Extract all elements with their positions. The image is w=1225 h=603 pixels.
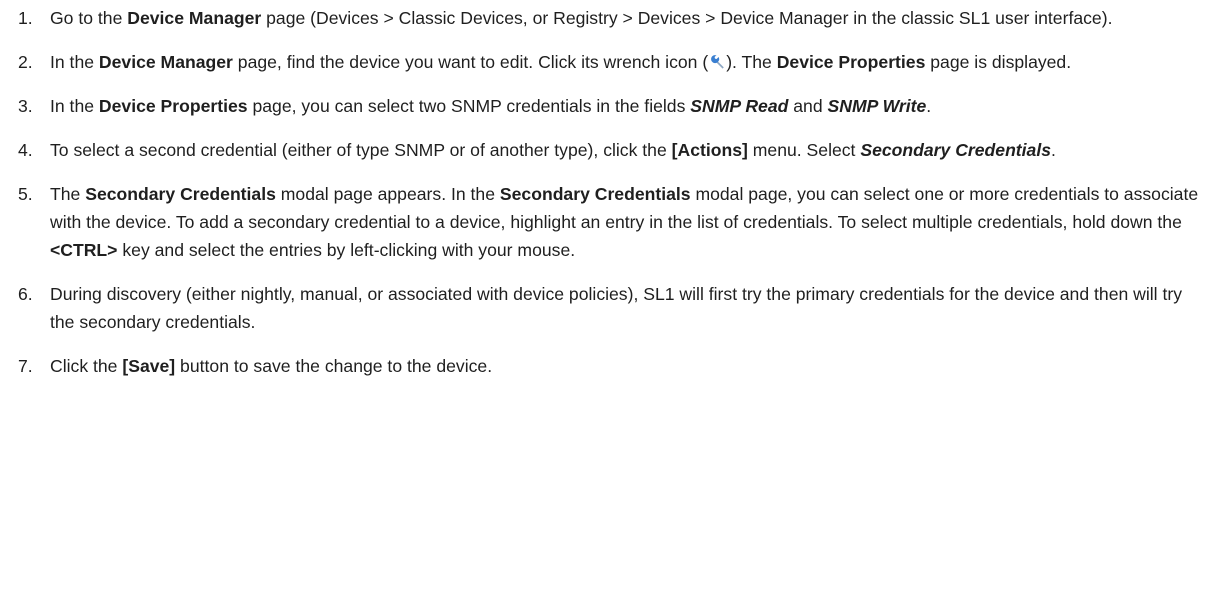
emphasized-term: Secondary Credentials (499, 184, 691, 204)
emphasized-term: [Save] (122, 356, 176, 376)
step-text-run: The (50, 184, 86, 204)
step-text-run: page (Devices > Classic Devices, or Regi… (261, 8, 1113, 28)
step-number: 6. (18, 284, 33, 304)
procedure-steps-list: 1. Go to the Device Manager page (Devices… (18, 4, 1211, 380)
step-text: During discovery (either nightly, manual… (50, 280, 1211, 336)
step-text-run: button to save the change to the device. (175, 356, 493, 376)
step-number: 2. (18, 52, 33, 72)
list-item: 7. Click the [Save] button to save the ch… (18, 352, 1211, 380)
list-item: 1. Go to the Device Manager page (Devices… (18, 4, 1211, 32)
step-text-run: . (1051, 140, 1056, 160)
step-text-run: modal page appears. In the (275, 184, 500, 204)
step-number: 1. (18, 8, 33, 28)
step-text: To select a second credential (either of… (50, 136, 1211, 164)
step-text: The Secondary Credentials modal page app… (50, 180, 1211, 264)
emphasized-term: SNMP Write (827, 96, 927, 116)
step-text-run: In the (50, 96, 99, 116)
step-text-run: During discovery (either nightly, manual… (50, 284, 1183, 332)
step-text-run: page, find the device you want to edit. … (232, 52, 709, 72)
step-text-run: Click the (50, 356, 123, 376)
emphasized-term: [Actions] (671, 140, 748, 160)
emphasized-term: Device Manager (98, 52, 233, 72)
emphasized-term: SNMP Read (690, 96, 789, 116)
list-item: 5. The Secondary Credentials modal page a… (18, 180, 1211, 264)
document-page: 1. Go to the Device Manager page (Devices… (0, 0, 1225, 380)
step-number: 4. (18, 140, 33, 160)
step-text-run: Go to the (50, 8, 128, 28)
emphasized-term: Secondary Credentials (85, 184, 276, 204)
step-text-run: page, you can select two SNMP credential… (247, 96, 691, 116)
list-item: 4. To select a second credential (either … (18, 136, 1211, 164)
step-text: In the Device Properties page, you can s… (50, 92, 1211, 120)
list-item: 6. During discovery (either nightly, manu… (18, 280, 1211, 336)
emphasized-term: Device Properties (98, 96, 248, 116)
emphasized-term: <CTRL> (50, 240, 118, 260)
step-text-run: In the (50, 52, 99, 72)
emphasized-term: Device Properties (776, 52, 926, 72)
step-number: 7. (18, 356, 33, 376)
step-text: Go to the Device Manager page (Devices >… (50, 4, 1211, 32)
list-item: 2. In the Device Manager page, find the d… (18, 48, 1211, 76)
step-text-run: menu. Select (747, 140, 861, 160)
emphasized-term: Secondary Credentials (860, 140, 1052, 160)
list-item: 3. In the Device Properties page, you can… (18, 92, 1211, 120)
step-text-run: key and select the entries by left-click… (117, 240, 576, 260)
emphasized-term: Device Manager (127, 8, 262, 28)
step-number: 3. (18, 96, 33, 116)
wrench-icon (711, 55, 724, 69)
step-text-run: and (788, 96, 828, 116)
step-text: In the Device Manager page, find the dev… (50, 48, 1211, 76)
step-number: 5. (18, 184, 33, 204)
step-text: Click the [Save] button to save the chan… (50, 352, 1211, 380)
step-text-run: . (926, 96, 932, 116)
step-text-run: To select a second credential (either of… (50, 140, 672, 160)
step-text-run: page is displayed. (925, 52, 1072, 72)
step-text-run: ). The (726, 52, 777, 72)
